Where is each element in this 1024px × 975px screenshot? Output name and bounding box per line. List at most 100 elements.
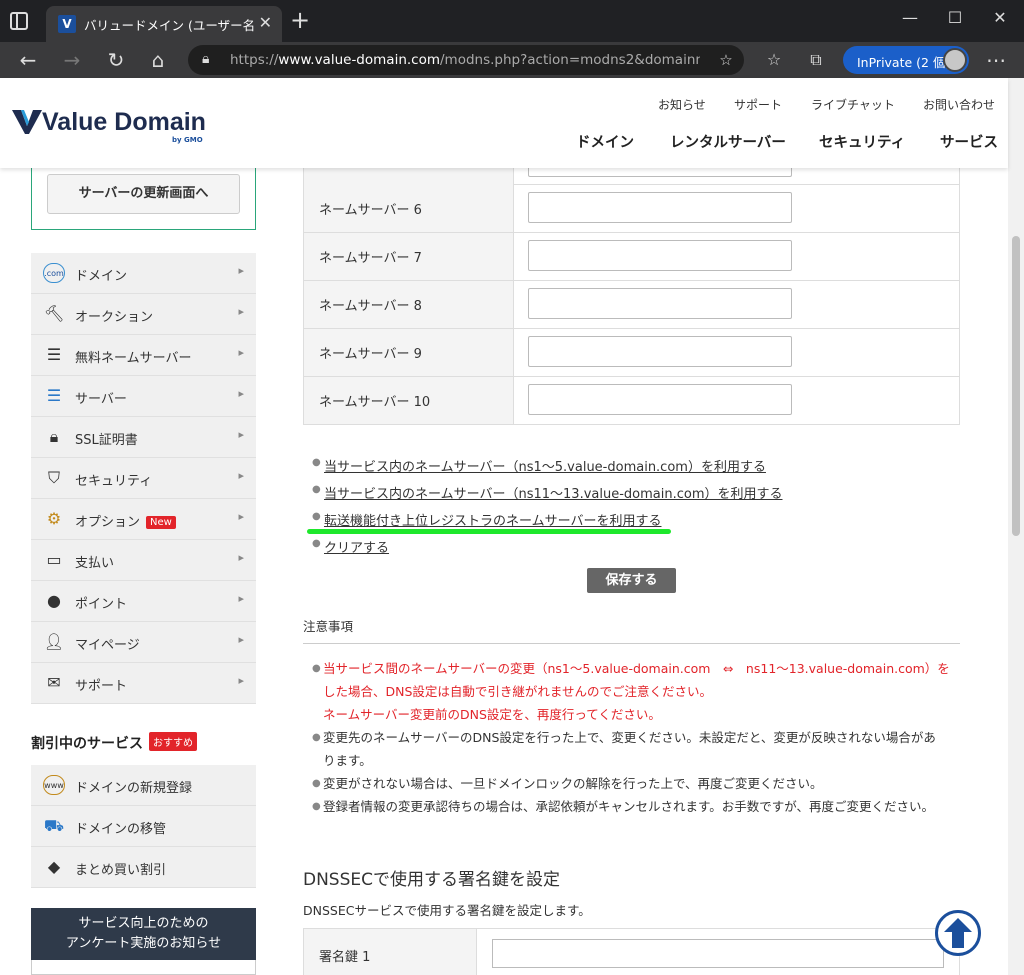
favorites-icon[interactable]: ☆ xyxy=(762,48,786,72)
back-icon[interactable]: ← xyxy=(16,48,40,72)
discount-item-domain-register[interactable]: www ドメインの新規登録 xyxy=(31,765,256,806)
minimize-icon[interactable]: — xyxy=(900,8,920,27)
tab-actions-icon[interactable] xyxy=(10,12,28,30)
sidebar-item-security[interactable]: ⛉ セキュリティ ▸ xyxy=(31,458,256,499)
clear-link[interactable]: クリアする xyxy=(324,537,389,556)
chevron-right-icon: ▸ xyxy=(238,592,244,605)
home-icon[interactable]: ⌂ xyxy=(146,48,170,72)
window-close-icon[interactable]: ✕ xyxy=(990,8,1010,27)
chevron-right-icon: ▸ xyxy=(238,264,244,277)
inprivate-button[interactable]: InPrivate (2 個) xyxy=(843,46,969,74)
nameserver-row: ネームサーバー 7 xyxy=(303,233,960,281)
sidebar-item-server[interactable]: ☰ サーバー ▸ xyxy=(31,376,256,417)
key-label: 署名鍵 1 xyxy=(319,950,371,965)
nameserver-row: ネームサーバー 8 xyxy=(303,281,960,329)
sidebar-item-point[interactable]: ● ポイント ▸ xyxy=(31,581,256,622)
save-button[interactable]: 保存する xyxy=(587,568,676,593)
browser-tab[interactable]: V バリュードメイン (ユーザー名:usernote ✕ xyxy=(46,6,282,42)
sidebar-item-free-nameserver[interactable]: ☰ 無料ネームサーバー ▸ xyxy=(31,335,256,376)
main-nav-domain[interactable]: ドメイン xyxy=(576,131,634,152)
discount-item-domain-transfer[interactable]: ⛟ ドメインの移管 xyxy=(31,806,256,847)
maximize-icon[interactable]: ☐ xyxy=(945,8,965,27)
main-nav-rental-server[interactable]: レンタルサーバー xyxy=(670,131,786,152)
favorite-star-add-icon[interactable]: ☆ xyxy=(714,48,738,72)
dnssec-key-row: 署名鍵 1 xyxy=(303,928,960,975)
signing-key-1-input[interactable] xyxy=(492,939,944,968)
sidebar-item-ssl[interactable]: 🔒︎ SSL証明書 ▸ xyxy=(31,417,256,458)
discount-item-bulk[interactable]: ◆ まとめ買い割引 xyxy=(31,847,256,888)
recommend-badge: おすすめ xyxy=(149,732,197,751)
main-nav-security[interactable]: セキュリティ xyxy=(819,131,905,152)
page-scrollbar[interactable] xyxy=(1008,78,1024,975)
nameserver-8-input[interactable] xyxy=(528,288,792,319)
util-nav-support[interactable]: サポート xyxy=(734,96,782,113)
new-tab-icon[interactable]: + xyxy=(290,8,310,32)
util-nav-contact[interactable]: お問い合わせ xyxy=(923,96,995,113)
survey-frame xyxy=(31,960,256,975)
use-registrar-ns-link[interactable]: 転送機能付き上位レジストラのネームサーバーを利用する xyxy=(324,510,661,529)
note-item: ● 登録者情報の変更承認待ちの場合は、承認依頼がキャンセルされます。お手数ですが… xyxy=(312,799,935,814)
green-highlight-underline xyxy=(307,529,671,534)
piggy-bank-icon: ● xyxy=(47,591,61,610)
sidebar-item-payment[interactable]: ▭ 支払い ▸ xyxy=(31,540,256,581)
sidebar-item-domain[interactable]: .com ドメイン ▸ xyxy=(31,253,256,294)
com-globe-icon: .com xyxy=(43,263,65,283)
util-nav-news[interactable]: お知らせ xyxy=(658,96,706,113)
key-label-cell: 署名鍵 1 xyxy=(304,929,477,975)
server-renew-button[interactable]: サーバーの更新画面へ xyxy=(47,174,240,214)
url-text: https://www.value-domain.com/modns.php?a… xyxy=(230,52,700,68)
browser-toolbar: ← → ↻ ⌂ 🔒︎ https://www.value-domain.com/… xyxy=(0,42,1024,78)
survey-banner[interactable]: サービス向上のための アンケート実施のお知らせ xyxy=(31,908,256,960)
sidebar-item-label: 無料ネームサーバー xyxy=(75,351,192,366)
credit-card-icon: ▭ xyxy=(46,550,62,569)
tab-close-icon[interactable]: ✕ xyxy=(259,13,272,32)
logo-sub: by GMO xyxy=(172,136,203,144)
survey-line-1: サービス向上のための xyxy=(78,916,209,931)
sidebar-item-auction[interactable]: 🔨︎ オークション ▸ xyxy=(31,294,256,335)
inprivate-label: InPrivate (2 個) xyxy=(857,55,951,70)
sidebar-item-option[interactable]: ⚙ オプション New ▸ xyxy=(31,499,256,540)
chevron-right-icon: ▸ xyxy=(238,387,244,400)
notes-list: ● 当サービス間のネームサーバーの変更（ns1～5.value-domain.c… xyxy=(312,657,962,818)
use-ns1-5-link[interactable]: 当サービス内のネームサーバー（ns1～5.value-domain.com）を利… xyxy=(324,456,766,475)
use-ns11-13-link[interactable]: 当サービス内のネームサーバー（ns11～13.value-domain.com）… xyxy=(324,483,783,502)
nameserver-label-cell: ネームサーバー 10 xyxy=(304,377,514,424)
lock-icon: 🔒︎ xyxy=(202,51,210,67)
scroll-thumb[interactable] xyxy=(1012,236,1020,536)
nameserver-10-input[interactable] xyxy=(528,384,792,415)
discount-item-label: ドメインの移管 xyxy=(75,822,167,837)
back-to-top-button[interactable] xyxy=(935,910,981,956)
user-icon: 👤︎ xyxy=(43,632,65,651)
dnssec-description: DNSSECサービスで使用する署名鍵を設定します。 xyxy=(303,903,591,918)
server-icon: ☰ xyxy=(46,386,62,405)
nameserver-9-input[interactable] xyxy=(528,336,792,367)
forward-icon[interactable]: → xyxy=(60,48,84,72)
sidebar-item-label: サポート xyxy=(75,679,128,694)
gears-icon: ⚙ xyxy=(46,509,62,528)
note-item: ● 変更先のネームサーバーのDNS設定を行った上で、変更ください。未設定だと、変… xyxy=(312,730,936,768)
www-icon: www xyxy=(43,775,65,795)
nameserver-6-input[interactable] xyxy=(528,192,792,223)
nameserver-row: ネームサーバー 9 xyxy=(303,329,960,377)
sidebar-menu: .com ドメイン ▸ 🔨︎ オークション ▸ ☰ 無料ネームサーバー ▸ ☰ … xyxy=(31,253,256,704)
chevron-right-icon: ▸ xyxy=(238,428,244,441)
sidebar-item-label: マイページ xyxy=(75,638,140,653)
nameserver-row: ネームサーバー 6 xyxy=(303,185,960,233)
sidebar-item-support[interactable]: ✉ サポート ▸ xyxy=(31,663,256,704)
address-bar[interactable]: 🔒︎ https://www.value-domain.com/modns.ph… xyxy=(188,45,744,75)
site-header: Value Domain by GMO お知らせ サポート ライブチャット お問… xyxy=(0,78,1008,168)
arrow-up-icon xyxy=(944,918,972,948)
chevron-right-icon: ▸ xyxy=(238,674,244,687)
refresh-icon[interactable]: ↻ xyxy=(104,48,128,72)
util-nav-livechat[interactable]: ライブチャット xyxy=(811,96,895,113)
main-nav-service[interactable]: サービス xyxy=(940,131,998,152)
sidebar-item-mypage[interactable]: 👤︎ マイページ ▸ xyxy=(31,622,256,663)
nameserver-7-input[interactable] xyxy=(528,240,792,271)
more-menu-icon[interactable]: ⋯ xyxy=(984,48,1008,72)
logo-v-icon xyxy=(12,110,42,134)
collections-icon[interactable]: ⧉ xyxy=(804,48,828,72)
nameserver-row: ネームサーバー 10 xyxy=(303,377,960,425)
sidebar-item-label: ポイント xyxy=(75,597,128,612)
nameserver-table: ネームサーバー 5 ネームサーバー 6 ネームサーバー 7 ネームサーバー 8 … xyxy=(303,145,960,425)
notes-title: 注意事項 xyxy=(303,619,354,634)
